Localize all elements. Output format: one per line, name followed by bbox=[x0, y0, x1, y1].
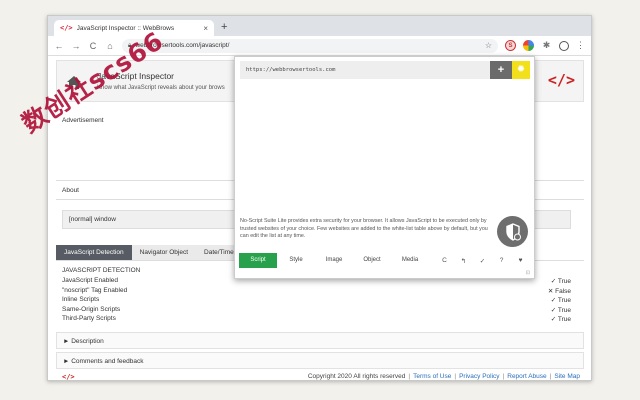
resize-handle-icon[interactable]: ⊡ bbox=[526, 270, 530, 276]
popup-url-text: https://webbrowsertools.com bbox=[246, 67, 336, 73]
tab-script[interactable]: Script bbox=[239, 253, 277, 268]
settings-gear-icon[interactable]: ✹ bbox=[512, 61, 530, 79]
undo-icon[interactable]: ↰ bbox=[454, 257, 473, 265]
description-toggle[interactable]: ► Description bbox=[56, 332, 584, 349]
bookmark-star-icon[interactable]: ☆ bbox=[485, 41, 492, 50]
extension-icon[interactable] bbox=[523, 40, 534, 51]
site-logo[interactable]: </> bbox=[548, 71, 575, 89]
toggle-shield-button[interactable] bbox=[497, 216, 528, 247]
new-tab-button[interactable]: + bbox=[221, 20, 227, 34]
popup-description: No-Script Suite Lite provides extra secu… bbox=[240, 218, 488, 240]
tab-image[interactable]: Image bbox=[315, 253, 353, 268]
browser-menu-icon[interactable]: ⋮ bbox=[576, 40, 585, 51]
popup-url-bar: https://webbrowsertools.com + ✹ bbox=[240, 61, 530, 79]
detection-label: "noscript" Tag Enabled bbox=[62, 286, 128, 294]
shield-icon bbox=[505, 222, 521, 241]
list-item: "noscript" Tag Enabled ✕ False bbox=[62, 287, 571, 297]
detection-label: Inline Scripts bbox=[62, 296, 100, 304]
comments-toggle[interactable]: ► Comments and feedback bbox=[56, 352, 584, 369]
tab-object[interactable]: Object bbox=[353, 253, 391, 268]
detection-tabs: JavaScript Detection Navigator Object Da… bbox=[56, 245, 242, 260]
site-map-link[interactable]: Site Map bbox=[554, 373, 580, 380]
forward-icon[interactable]: → bbox=[71, 41, 81, 51]
check-icon[interactable]: ✓ bbox=[473, 257, 492, 265]
detection-label: JavaScript Enabled bbox=[62, 277, 119, 284]
close-tab-icon[interactable]: × bbox=[203, 24, 208, 33]
footer-links: Copyright 2020 All rights reserved | Terms… bbox=[307, 373, 580, 380]
list-item: Inline Scripts ✓ True bbox=[62, 296, 571, 306]
profile-avatar-icon[interactable] bbox=[559, 40, 569, 51]
detection-value: ✓ True bbox=[550, 278, 571, 285]
popup-tabs: Script Style Image Object Media C ↰ ✓ ? … bbox=[239, 253, 531, 268]
noscript-popup: https://webbrowsertools.com + ✹ No-Scrip… bbox=[234, 56, 535, 279]
detection-value: ✓ True bbox=[550, 297, 571, 305]
page-footer: </> Copyright 2020 All rights reserved | T… bbox=[56, 371, 584, 380]
tab-navigator-object[interactable]: Navigator Object bbox=[131, 245, 197, 260]
heart-icon[interactable]: ♥ bbox=[511, 257, 530, 264]
copyright-text: Copyright 2020 All rights reserved bbox=[307, 373, 406, 380]
detection-value: ✓ True bbox=[550, 306, 571, 314]
code-favicon-icon: </> bbox=[60, 24, 73, 32]
list-item: Same-Origin Scripts ✓ True bbox=[62, 306, 571, 316]
noscript-extension-icon[interactable]: S bbox=[505, 40, 516, 51]
tab-strip: </> JavaScript Inspector :: WebBrows × + bbox=[48, 16, 591, 36]
about-heading[interactable]: About bbox=[62, 187, 79, 194]
add-site-button[interactable]: + bbox=[490, 61, 512, 79]
extensions-puzzle-icon[interactable]: ✱ bbox=[541, 40, 552, 51]
reload-icon[interactable]: C bbox=[435, 257, 454, 264]
tab-javascript-detection[interactable]: JavaScript Detection bbox=[56, 245, 132, 260]
detection-value: ✓ True bbox=[550, 316, 571, 324]
list-item: Third-Party Scripts ✓ True bbox=[62, 315, 571, 325]
detection-label: Same-Origin Scripts bbox=[62, 305, 121, 313]
reload-icon[interactable]: C bbox=[88, 41, 98, 51]
advertisement-label: Advertisement bbox=[62, 117, 104, 124]
detection-value: ✕ False bbox=[547, 287, 571, 295]
terms-link[interactable]: Terms of Use bbox=[413, 373, 451, 380]
tab-media[interactable]: Media bbox=[391, 253, 429, 268]
address-bar[interactable]: 🔒︎ webbrowsertools.com/javascript/ ☆ bbox=[122, 38, 498, 53]
detection-list: JavaScript Enabled ✓ True "noscript" Tag … bbox=[62, 277, 571, 325]
report-abuse-link[interactable]: Report Abuse bbox=[507, 373, 546, 380]
detection-label: Third-Party Scripts bbox=[62, 315, 116, 323]
detection-heading: JAVASCRIPT DETECTION bbox=[62, 267, 141, 274]
privacy-link[interactable]: Privacy Policy bbox=[459, 373, 499, 380]
footer-logo[interactable]: </> bbox=[62, 373, 75, 380]
tab-style[interactable]: Style bbox=[277, 253, 315, 268]
back-icon[interactable]: ← bbox=[54, 41, 64, 51]
help-icon[interactable]: ? bbox=[492, 257, 511, 264]
